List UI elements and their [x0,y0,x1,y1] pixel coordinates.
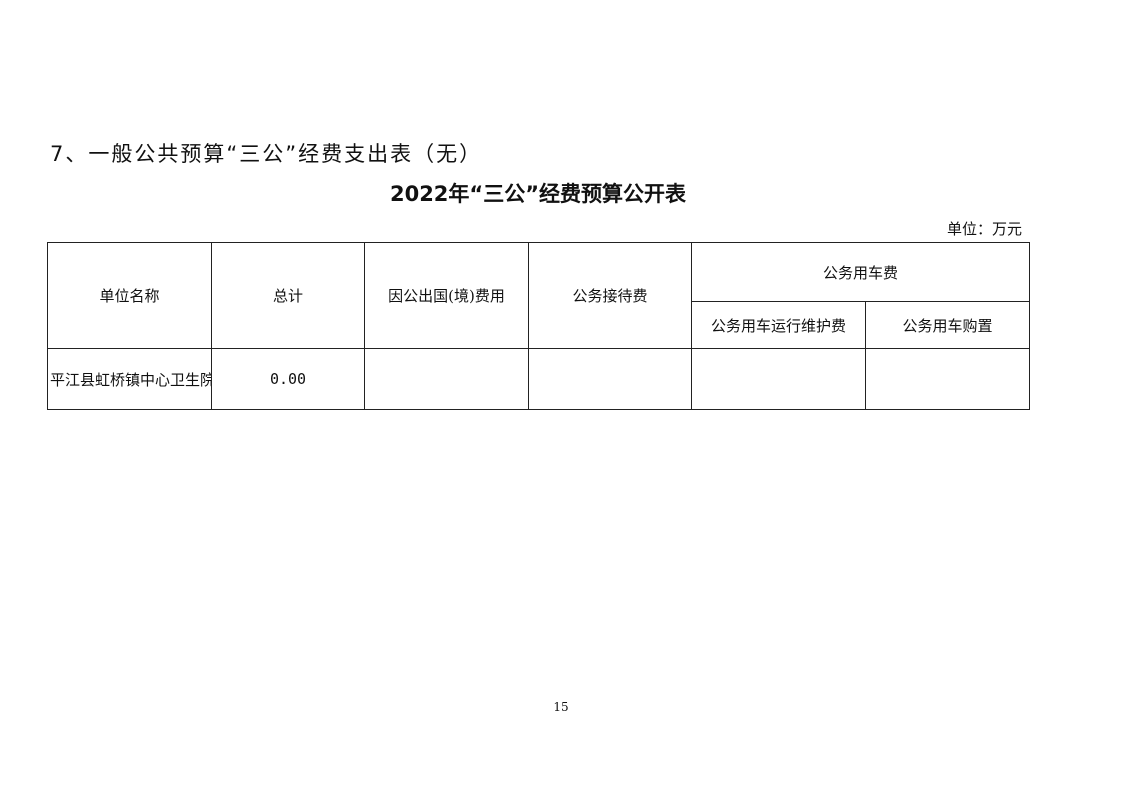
header-vehicle-group: 公务用车费 [690,242,1031,302]
cell-overseas [364,348,529,410]
table-title: 2022年“三公”经费预算公开表 [389,182,687,206]
header-unit-name: 单位名称 [47,242,212,349]
budget-table: 单位名称 总计 因公出国(境)费用 公务接待费 公务用车费 公务用车运行维护费 … [47,242,1031,410]
cell-vehicle-purchase [864,348,1031,410]
cell-vehicle-operation [691,348,866,410]
cell-reception [528,348,692,410]
header-overseas: 因公出国(境)费用 [364,242,529,349]
cell-total: 0.00 [211,348,365,410]
header-vehicle-purchase: 公务用车购置 [864,301,1031,349]
header-reception: 公务接待费 [528,242,692,349]
header-total: 总计 [211,242,365,349]
header-vehicle-operation: 公务用车运行维护费 [691,301,866,349]
page-number: 15 [553,700,569,714]
section-heading: 7、一般公共预算“三公”经费支出表（无） [50,142,483,166]
table-row: 平江县虹桥镇中心卫生院 0.00 [47,348,1031,410]
table-header-row: 单位名称 总计 因公出国(境)费用 公务接待费 公务用车费 [47,242,1031,349]
unit-label: 单位：万元 [946,220,1022,238]
cell-unit-name: 平江县虹桥镇中心卫生院 [47,348,212,410]
